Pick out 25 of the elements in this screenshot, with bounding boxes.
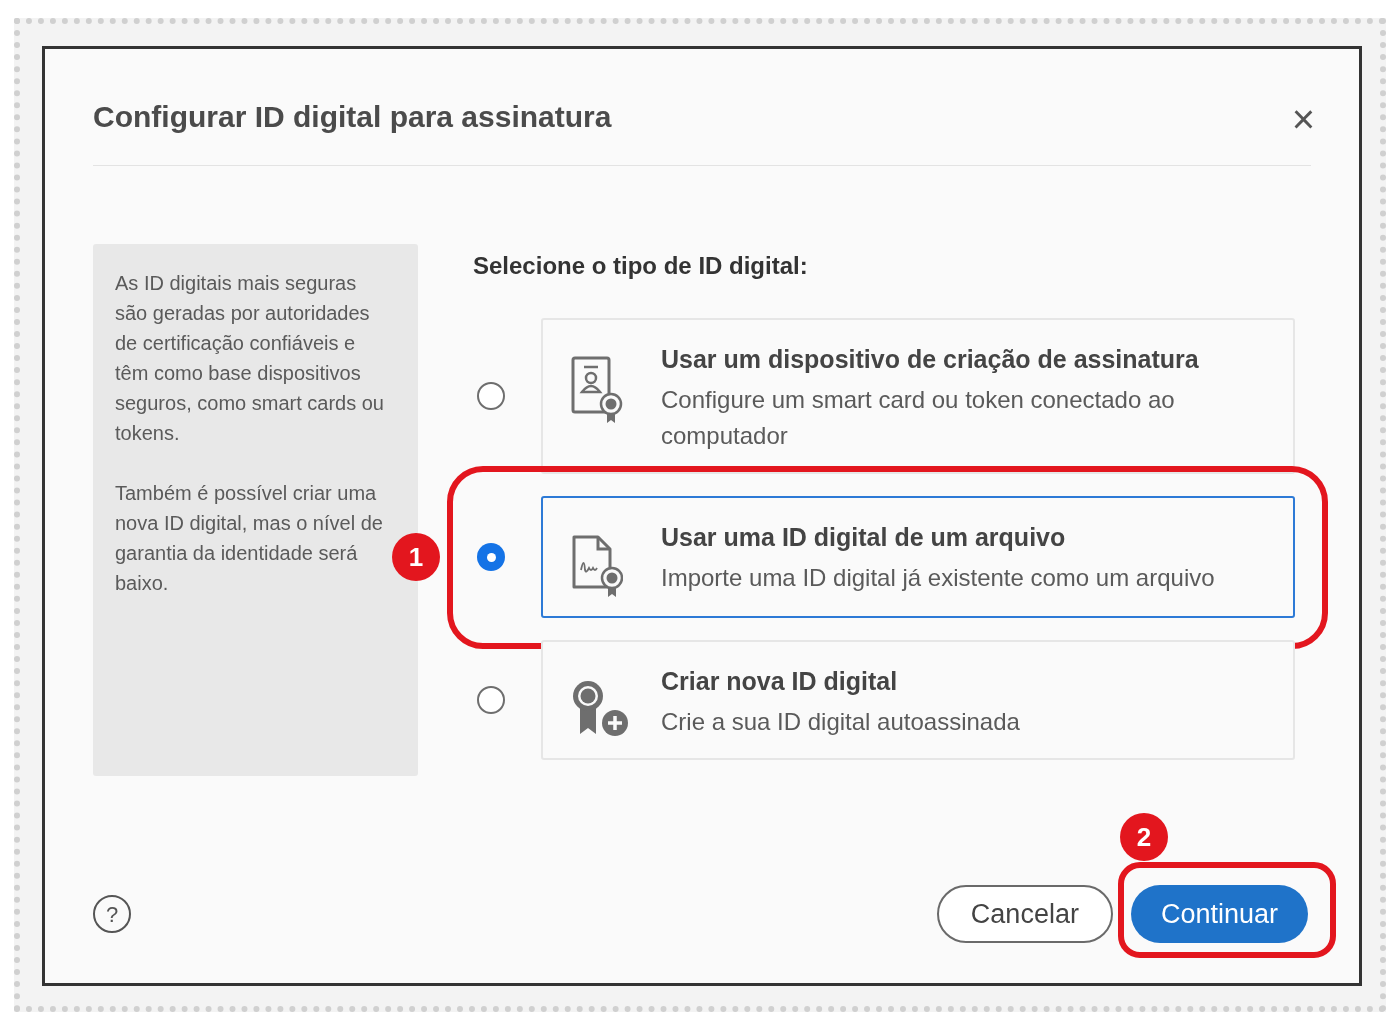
help-button[interactable]: ? — [93, 895, 131, 933]
cancel-button[interactable]: Cancelar — [936, 885, 1113, 943]
step-number-badge: 1 — [392, 533, 440, 581]
option-card[interactable]: Usar um dispositivo de criação de assinatura Configure um smart card ou token conectado ao computador — [541, 318, 1295, 474]
option-title: Usar um dispositivo de criação de assinatura — [661, 344, 1200, 375]
badge-plus-icon — [571, 678, 629, 738]
radio-button[interactable] — [477, 382, 505, 410]
radio-button[interactable] — [477, 543, 505, 571]
option-card[interactable]: Criar nova ID digital Crie a sua ID digital autoassinada — [541, 640, 1295, 760]
option-card[interactable]: Usar uma ID digital de um arquivo Importe uma ID digital já existente como um arquivo — [541, 496, 1295, 618]
id-card-badge-icon — [571, 356, 623, 424]
info-text: Também é possível criar uma nova ID digital, mas o nível de garantia da identidade será baixo. — [115, 481, 384, 596]
signed-document-icon — [571, 534, 623, 598]
select-prompt: Selecione o tipo de ID digital: — [473, 251, 809, 281]
close-button[interactable]: × — [1291, 99, 1315, 139]
option-title: Criar nova ID digital — [661, 666, 899, 697]
option-description: Crie a sua ID digital autoassinada — [661, 707, 1021, 737]
option-description: Configure um smart card ou token conectado ao computador — [661, 385, 1176, 451]
dialog-title: Configurar ID digital para assinatura — [93, 98, 612, 135]
info-text: As ID digitais mais seguras são geradas por autoridades de certificação confiáveis e têm como base dispositivos seguros, como smart cards ou tokens. — [115, 271, 385, 446]
option-description: Importe uma ID digital já existente como um arquivo — [661, 563, 1216, 593]
continue-button[interactable]: Continuar — [1130, 885, 1308, 943]
step-number-badge: 2 — [1120, 813, 1168, 861]
option-title: Usar uma ID digital de um arquivo — [661, 522, 1067, 553]
radio-button[interactable] — [477, 686, 505, 714]
